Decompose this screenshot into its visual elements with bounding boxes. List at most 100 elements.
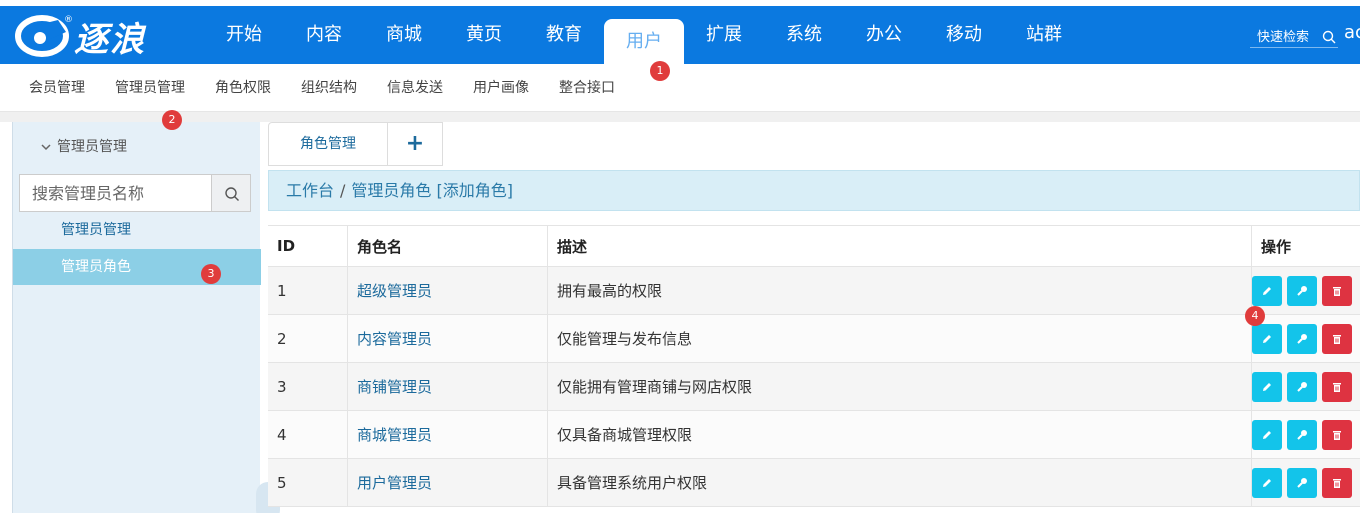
sub-nav: 会员管理 管理员管理 角色权限 组织结构 信息发送 用户画像 整合接口 — [0, 64, 1360, 112]
cell-description: 仅能管理与发布信息 — [548, 315, 1252, 362]
subnav-member-management[interactable]: 会员管理 — [14, 64, 100, 112]
cell-id: 3 — [268, 363, 348, 410]
nav-item-extensions[interactable]: 扩展 — [684, 6, 764, 64]
tab-bar: 角色管理 + — [268, 122, 443, 166]
header-actions: 操作 — [1261, 237, 1292, 256]
cell-id: 5 — [268, 459, 348, 506]
delete-button[interactable] — [1322, 275, 1352, 306]
edit-button[interactable] — [1252, 419, 1282, 450]
table-row: 1 超级管理员 拥有最高的权限 — [268, 267, 1360, 315]
subnav-user-profile[interactable]: 用户画像 — [458, 64, 544, 112]
cell-actions — [1252, 459, 1360, 506]
cell-id: 2 — [268, 315, 348, 362]
pencil-icon — [1263, 382, 1271, 391]
subnav-org-structure[interactable]: 组织结构 — [286, 64, 372, 112]
permission-button[interactable] — [1287, 371, 1317, 402]
subnav-admin-management[interactable]: 管理员管理 — [100, 64, 200, 112]
key-icon — [1297, 429, 1307, 440]
cell-id: 4 — [268, 411, 348, 458]
subnav-role-permissions[interactable]: 角色权限 — [200, 64, 286, 112]
trash-icon — [1333, 478, 1341, 488]
trash-icon — [1333, 334, 1341, 344]
admin-search-button[interactable] — [211, 174, 251, 212]
step-badge-1: 1 — [650, 61, 670, 81]
pencil-icon — [1263, 430, 1271, 439]
permission-button[interactable] — [1287, 275, 1317, 306]
nav-item-education[interactable]: 教育 — [524, 6, 604, 64]
cell-role-name: 超级管理员 — [348, 267, 548, 314]
nav-item-content[interactable]: 内容 — [284, 6, 364, 64]
role-name-link[interactable]: 用户管理员 — [357, 472, 432, 493]
cell-actions — [1252, 411, 1360, 458]
logo-text: 逐浪 — [74, 20, 146, 60]
nav-item-shop[interactable]: 商城 — [364, 6, 444, 64]
cell-id: 1 — [268, 267, 348, 314]
key-icon — [1297, 381, 1307, 392]
pencil-icon — [1263, 286, 1271, 295]
sidebar-item-admin-management[interactable]: 管理员管理 — [13, 212, 261, 248]
table-header: ID 角色名 描述 操作 — [268, 225, 1360, 267]
admin-search — [19, 174, 251, 212]
sidebar: 管理员管理 管理员管理 管理员角色 — [12, 122, 261, 513]
search-icon — [1322, 30, 1336, 44]
header-id: ID — [268, 226, 348, 266]
table-row: 5 用户管理员 具备管理系统用户权限 — [268, 459, 1360, 507]
key-icon — [1297, 333, 1307, 344]
admin-search-input[interactable] — [19, 174, 213, 212]
search-icon — [225, 187, 239, 201]
nav-item-office[interactable]: 办公 — [844, 6, 924, 64]
user-menu[interactable]: ac — [1344, 22, 1360, 43]
breadcrumb-current[interactable]: 管理员角色 [添加角色] — [351, 181, 513, 200]
delete-button[interactable] — [1322, 467, 1352, 498]
nav-item-mobile[interactable]: 移动 — [924, 6, 1004, 64]
trash-icon — [1333, 286, 1341, 296]
permission-button[interactable] — [1287, 467, 1317, 498]
cell-description: 拥有最高的权限 — [548, 267, 1252, 314]
subnav-message-send[interactable]: 信息发送 — [372, 64, 458, 112]
quick-search-label: 快速检索 — [1257, 30, 1310, 45]
sidebar-group-header[interactable]: 管理员管理 — [41, 136, 127, 156]
breadcrumb-separator: / — [340, 181, 346, 200]
delete-button[interactable] — [1322, 371, 1352, 402]
step-badge-2: 2 — [162, 110, 182, 130]
breadcrumb: 工作台 / 管理员角色 [添加角色] — [268, 170, 1360, 211]
delete-button[interactable] — [1322, 323, 1352, 354]
header-role-name: 角色名 — [348, 226, 548, 266]
delete-button[interactable] — [1322, 419, 1352, 450]
cell-description: 仅能拥有管理商铺与网店权限 — [548, 363, 1252, 410]
table-row: 3 商铺管理员 仅能拥有管理商铺与网店权限 — [268, 363, 1360, 411]
tab-role-management[interactable]: 角色管理 — [268, 122, 388, 166]
cell-role-name: 用户管理员 — [348, 459, 548, 506]
subnav-integration[interactable]: 整合接口 — [544, 64, 630, 112]
key-icon — [1297, 285, 1307, 296]
nav-item-system[interactable]: 系统 — [764, 6, 844, 64]
key-icon — [1297, 477, 1307, 488]
role-name-link[interactable]: 商城管理员 — [357, 424, 432, 445]
add-tab-button[interactable]: + — [388, 122, 443, 166]
edit-button[interactable] — [1252, 323, 1282, 354]
role-name-link[interactable]: 内容管理员 — [357, 328, 432, 349]
cell-role-name: 商铺管理员 — [348, 363, 548, 410]
sidebar-group-label: 管理员管理 — [57, 139, 127, 155]
permission-button[interactable] — [1287, 419, 1317, 450]
trash-icon — [1333, 430, 1341, 440]
role-name-link[interactable]: 超级管理员 — [357, 280, 432, 301]
edit-button[interactable] — [1252, 467, 1282, 498]
sidebar-item-admin-roles[interactable]: 管理员角色 — [13, 249, 261, 285]
nav-item-users[interactable]: 用户 — [604, 19, 684, 64]
edit-button[interactable] — [1252, 275, 1282, 306]
cell-actions — [1252, 363, 1360, 410]
cell-role-name: 商城管理员 — [348, 411, 548, 458]
brand-logo[interactable]: ® 逐浪 — [14, 8, 164, 60]
main-nav: 开始 内容 商城 黄页 教育 用户 扩展 系统 办公 移动 站群 — [204, 6, 1084, 64]
permission-button[interactable] — [1287, 323, 1317, 354]
step-badge-4: 4 — [1245, 306, 1265, 326]
nav-item-sites[interactable]: 站群 — [1004, 6, 1084, 64]
nav-item-start[interactable]: 开始 — [204, 6, 284, 64]
edit-button[interactable] — [1252, 371, 1282, 402]
role-name-link[interactable]: 商铺管理员 — [357, 376, 432, 397]
breadcrumb-home[interactable]: 工作台 — [286, 181, 334, 200]
pencil-icon — [1263, 478, 1271, 487]
nav-item-yellowpages[interactable]: 黄页 — [444, 6, 524, 64]
quick-search[interactable]: 快速检索 — [1250, 22, 1338, 48]
